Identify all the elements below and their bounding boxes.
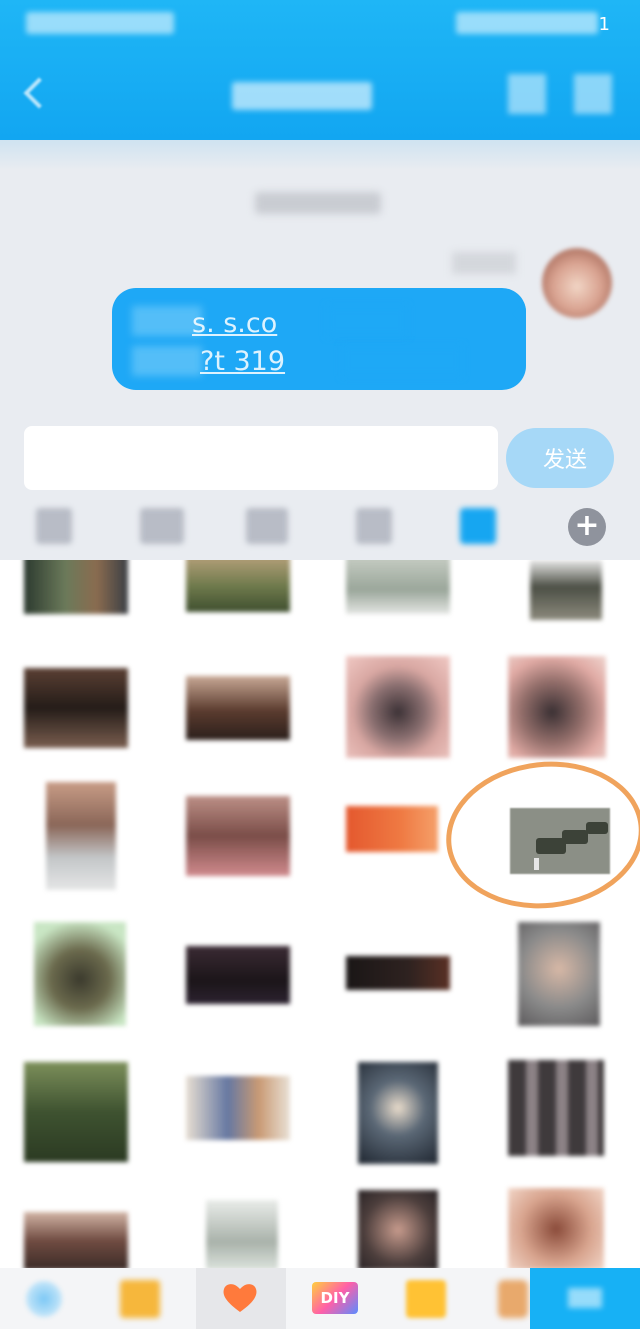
sticker[interactable] (346, 656, 450, 758)
chat-area[interactable]: s. s.co ?t 319 发送 + (0, 140, 640, 560)
timestamp (255, 192, 381, 214)
figure (534, 858, 539, 870)
sticker[interactable] (358, 1190, 438, 1270)
status-bar: 1 (0, 0, 640, 48)
tank-body (562, 830, 588, 844)
sticker[interactable] (518, 922, 600, 1026)
sticker[interactable] (34, 922, 126, 1026)
input-toolbar: + (0, 500, 640, 560)
sticker[interactable] (186, 796, 290, 876)
avatar[interactable] (542, 248, 612, 318)
message-link-line1[interactable]: s. s.co (192, 308, 277, 339)
tank-sticker[interactable] (510, 808, 610, 874)
gif-icon[interactable] (140, 508, 184, 544)
folder-icon[interactable] (406, 1280, 446, 1318)
heart-icon[interactable] (222, 1282, 258, 1314)
sticker[interactable] (508, 1060, 604, 1156)
back-arrow-icon[interactable] (18, 76, 48, 112)
plus-icon[interactable]: + (568, 508, 606, 546)
send-button[interactable]: 发送 (506, 428, 614, 488)
emoji-icon[interactable] (36, 508, 72, 544)
bottom-send-button[interactable] (530, 1268, 640, 1329)
status-carrier-blur (26, 12, 174, 34)
message-link-line2[interactable]: ?t 319 (200, 346, 285, 377)
sticker[interactable] (46, 782, 116, 890)
sticker[interactable] (346, 956, 450, 990)
sticker[interactable] (186, 560, 290, 612)
sticker[interactable] (206, 1200, 278, 1270)
sparkle-icon[interactable] (24, 1280, 64, 1318)
sticker[interactable] (24, 1212, 128, 1270)
sticker[interactable] (358, 1062, 438, 1164)
chat-header: 1 (0, 0, 640, 140)
sticker[interactable] (24, 1062, 128, 1162)
sender-name (452, 252, 516, 274)
image-icon[interactable] (246, 508, 288, 544)
favorites-icon[interactable] (460, 508, 496, 544)
sticker[interactable] (508, 656, 606, 758)
chat-title (232, 76, 372, 116)
sticker-grid (0, 560, 640, 1270)
diy-icon[interactable]: DIY (312, 1282, 358, 1314)
sticker[interactable] (346, 560, 450, 614)
sticker[interactable] (508, 1188, 604, 1270)
sticker[interactable] (186, 676, 290, 740)
dog-icon[interactable] (498, 1280, 528, 1318)
sticker[interactable] (530, 560, 602, 620)
sticker[interactable] (24, 560, 128, 614)
gift-icon[interactable] (120, 1280, 160, 1318)
tank-body (586, 822, 608, 834)
message-bubble[interactable]: s. s.co ?t 319 (112, 288, 526, 390)
sticker-icon[interactable] (356, 508, 392, 544)
profile-menu-icon[interactable] (574, 74, 612, 114)
sticker[interactable] (186, 1076, 290, 1140)
battery-level: 1 (598, 14, 610, 35)
message-input[interactable] (24, 426, 498, 490)
sticker[interactable] (186, 946, 290, 1004)
sticker[interactable] (346, 806, 438, 852)
status-icons-blur (456, 12, 598, 34)
sticker[interactable] (24, 668, 128, 748)
sticker-category-bar: DIY (0, 1268, 640, 1329)
phone-call-icon[interactable] (508, 74, 546, 114)
